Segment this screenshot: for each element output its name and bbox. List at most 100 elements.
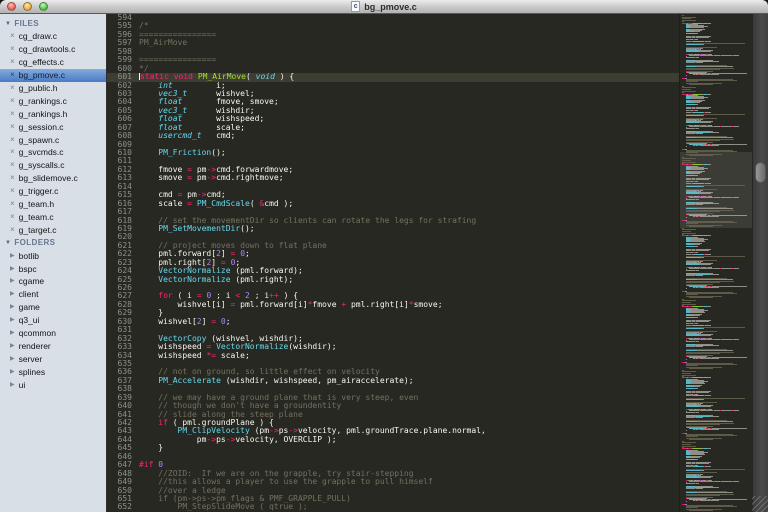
- sidebar-file-item[interactable]: ×g_svcmds.c: [0, 146, 106, 159]
- sidebar-file-item[interactable]: ×g_spawn.c: [0, 133, 106, 146]
- disclosure-right-icon[interactable]: ▶: [10, 382, 15, 388]
- close-file-icon[interactable]: ×: [10, 71, 15, 79]
- code-line[interactable]: 637 PM_Accelerate (wishdir, wishspeed, p…: [107, 377, 679, 385]
- sidebar-file-item[interactable]: ×g_team.h: [0, 198, 106, 211]
- sidebar-folder-item[interactable]: ▶server: [0, 352, 106, 365]
- close-file-icon[interactable]: ×: [10, 58, 15, 66]
- sidebar-file-item[interactable]: ×g_session.c: [0, 120, 106, 133]
- sidebar-file-item[interactable]: ×g_rankings.h: [0, 107, 106, 120]
- code-line[interactable]: 613 smove = pm->cmd.rightmove;: [107, 174, 679, 182]
- minimap-segment: [686, 315, 694, 316]
- sidebar-file-item[interactable]: ×bg_pmove.c: [0, 69, 106, 82]
- sidebar-file-item[interactable]: ×g_target.c: [0, 223, 106, 236]
- disclosure-right-icon[interactable]: ▶: [10, 253, 15, 259]
- minimap-segment: [695, 388, 698, 389]
- code-line[interactable]: 616 scale = PM_CmdScale( &cmd );: [107, 200, 679, 208]
- close-file-icon[interactable]: ×: [10, 213, 15, 221]
- code-token: PM_CmdScale: [197, 199, 250, 208]
- minimap-segment: [700, 358, 719, 359]
- code-editor[interactable]: 594595/*596================597PM_AirMove…: [107, 14, 768, 512]
- code-line[interactable]: 596================: [107, 31, 679, 39]
- code-line[interactable]: 610 PM_Friction();: [107, 149, 679, 157]
- minimap-segment: [686, 186, 701, 187]
- disclosure-right-icon[interactable]: ▶: [10, 343, 15, 349]
- disclosure-right-icon[interactable]: ▶: [10, 369, 15, 375]
- disclosure-right-icon[interactable]: ▶: [10, 356, 15, 362]
- code-line[interactable]: 619 PM_SetMovementDir();: [107, 225, 679, 233]
- vertical-scrollbar[interactable]: [752, 14, 768, 512]
- sidebar: ▼ FILES ×cg_draw.c×cg_drawtools.c×cg_eff…: [0, 14, 107, 512]
- code-line[interactable]: 652 PM_StepSlideMove ( qtrue );: [107, 503, 679, 511]
- close-file-icon[interactable]: ×: [10, 161, 15, 169]
- close-button[interactable]: [7, 2, 16, 11]
- code-token: PM_SetMovementDir: [158, 224, 240, 233]
- close-file-icon[interactable]: ×: [10, 123, 15, 131]
- zoom-button[interactable]: [39, 2, 48, 11]
- sidebar-file-item[interactable]: ×g_public.h: [0, 82, 106, 95]
- code-line[interactable]: 608 usercmd_t cmd;: [107, 132, 679, 140]
- code-line[interactable]: 625 VectorNormalize (pml.right);: [107, 276, 679, 284]
- disclosure-right-icon[interactable]: ▶: [10, 304, 15, 310]
- folders-header-label: FOLDERS: [14, 238, 55, 247]
- minimap-segment: [682, 20, 696, 21]
- sidebar-file-item[interactable]: ×cg_drawtools.c: [0, 43, 106, 56]
- disclosure-right-icon[interactable]: ▶: [10, 317, 15, 323]
- disclosure-right-icon[interactable]: ▶: [10, 330, 15, 336]
- code-line[interactable]: 630 wishvel[2] = 0;: [107, 318, 679, 326]
- code-line[interactable]: 646: [107, 453, 679, 461]
- sidebar-file-item[interactable]: ×g_trigger.c: [0, 185, 106, 198]
- minimap-segment: [701, 186, 704, 187]
- sidebar-file-item[interactable]: ×cg_draw.c: [0, 30, 106, 43]
- minimap-segment: [695, 317, 698, 318]
- close-file-icon[interactable]: ×: [10, 45, 15, 53]
- sidebar-folder-item[interactable]: ▶botlib: [0, 249, 106, 262]
- sidebar-folder-item[interactable]: ▶q3_ui: [0, 314, 106, 327]
- close-file-icon[interactable]: ×: [10, 226, 15, 234]
- document-icon: c: [351, 1, 360, 12]
- sidebar-folder-item[interactable]: ▶cgame: [0, 275, 106, 288]
- close-file-icon[interactable]: ×: [10, 148, 15, 156]
- close-file-icon[interactable]: ×: [10, 200, 15, 208]
- close-file-icon[interactable]: ×: [10, 110, 15, 118]
- sidebar-section-folders[interactable]: ▼ FOLDERS: [0, 236, 106, 249]
- sidebar-section-files[interactable]: ▼ FILES: [0, 17, 106, 30]
- sidebar-folder-item[interactable]: ▶client: [0, 288, 106, 301]
- disclosure-right-icon[interactable]: ▶: [10, 278, 15, 284]
- disclosure-right-icon[interactable]: ▶: [10, 266, 15, 272]
- close-file-icon[interactable]: ×: [10, 84, 15, 92]
- code-line[interactable]: 644 pm->ps->velocity, OVERCLIP );: [107, 436, 679, 444]
- sidebar-folder-item[interactable]: ▶renderer: [0, 339, 106, 352]
- close-file-icon[interactable]: ×: [10, 174, 15, 182]
- sidebar-file-item[interactable]: ×g_syscalls.c: [0, 159, 106, 172]
- sidebar-file-item[interactable]: ×g_rankings.c: [0, 94, 106, 107]
- close-file-icon[interactable]: ×: [10, 32, 15, 40]
- code-line[interactable]: 628 wishvel[i] = pml.forward[i]*fmove + …: [107, 301, 679, 309]
- title-bar[interactable]: c bg_pmove.c: [0, 0, 768, 14]
- minimize-button[interactable]: [23, 2, 32, 11]
- code-line[interactable]: 645 }: [107, 444, 679, 452]
- minimap[interactable]: [679, 14, 752, 512]
- sidebar-folder-item[interactable]: ▶qcommon: [0, 327, 106, 340]
- sidebar-folder-item[interactable]: ▶bspc: [0, 262, 106, 275]
- minimap-segment: [696, 417, 702, 418]
- code-line[interactable]: 594: [107, 14, 679, 22]
- sidebar-file-item[interactable]: ×g_team.c: [0, 210, 106, 223]
- close-file-icon[interactable]: ×: [10, 187, 15, 195]
- code-line[interactable]: 597PM_AirMove: [107, 39, 679, 47]
- disclosure-right-icon[interactable]: ▶: [10, 291, 15, 297]
- resize-grip-icon[interactable]: [752, 496, 768, 512]
- close-file-icon[interactable]: ×: [10, 136, 15, 144]
- sidebar-file-item[interactable]: ×bg_slidemove.c: [0, 172, 106, 185]
- sidebar-folder-item[interactable]: ▶ui: [0, 378, 106, 391]
- sidebar-folder-item[interactable]: ▶splines: [0, 365, 106, 378]
- minimap-segment: [698, 483, 699, 484]
- code-line[interactable]: 634 wishspeed *= scale;: [107, 352, 679, 360]
- code-token: ->: [206, 435, 216, 444]
- minimap-segment: [686, 288, 687, 289]
- sidebar-file-item[interactable]: ×cg_effects.c: [0, 56, 106, 69]
- close-file-icon[interactable]: ×: [10, 97, 15, 105]
- scrollbar-thumb[interactable]: [755, 162, 766, 183]
- minimap-segment: [700, 429, 719, 430]
- sidebar-folder-item[interactable]: ▶game: [0, 301, 106, 314]
- code-line[interactable]: 599================: [107, 56, 679, 64]
